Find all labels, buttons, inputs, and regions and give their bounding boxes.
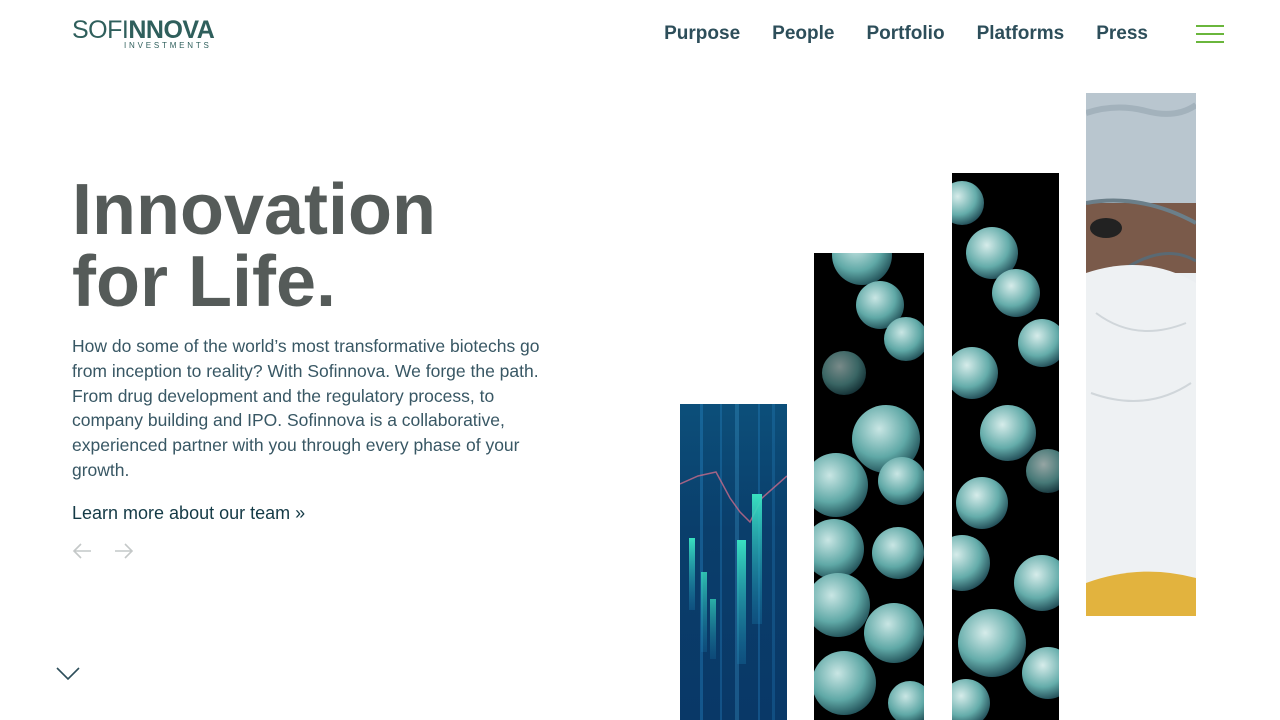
- menu-bar: [1196, 25, 1224, 27]
- bacteria-chain-image: [814, 253, 924, 720]
- nav-item-press[interactable]: Press: [1096, 22, 1148, 46]
- menu-bar: [1196, 41, 1224, 43]
- chevron-down-icon[interactable]: [56, 666, 80, 682]
- menu-bar: [1196, 33, 1224, 35]
- logo-wordmark-light: SOFI: [72, 16, 129, 44]
- financial-chart-image: [680, 404, 787, 720]
- arrow-left-icon[interactable]: [72, 542, 92, 560]
- hero-title-line-2: for Life.: [72, 242, 336, 322]
- arrow-right-icon[interactable]: [114, 542, 134, 560]
- sofinnova-logo[interactable]: SOFINNOVA INVESTMENTS: [72, 16, 222, 51]
- hero-title: Innovation for Life.: [72, 174, 436, 318]
- lab-scientist-image: [1086, 93, 1196, 616]
- nav-item-purpose[interactable]: Purpose: [664, 22, 740, 46]
- logo-wordmark-bold: NNOVA: [128, 16, 215, 44]
- bacteria-cluster-image: [952, 173, 1059, 720]
- logo-wordmark: SOFINNOVA: [72, 16, 222, 44]
- hero-title-line-1: Innovation: [72, 170, 436, 250]
- logo-subtitle: INVESTMENTS: [124, 41, 212, 50]
- nav-item-people[interactable]: People: [772, 22, 834, 46]
- nav-item-portfolio[interactable]: Portfolio: [866, 22, 944, 46]
- slider-controls: [72, 542, 134, 560]
- learn-more-link[interactable]: Learn more about our team »: [72, 503, 305, 524]
- hero-description: How do some of the world’s most transfor…: [72, 336, 540, 480]
- hamburger-menu-icon[interactable]: [1196, 25, 1224, 44]
- main-nav: Purpose People Portfolio Platforms Press: [664, 22, 1148, 46]
- nav-item-platforms[interactable]: Platforms: [977, 22, 1065, 46]
